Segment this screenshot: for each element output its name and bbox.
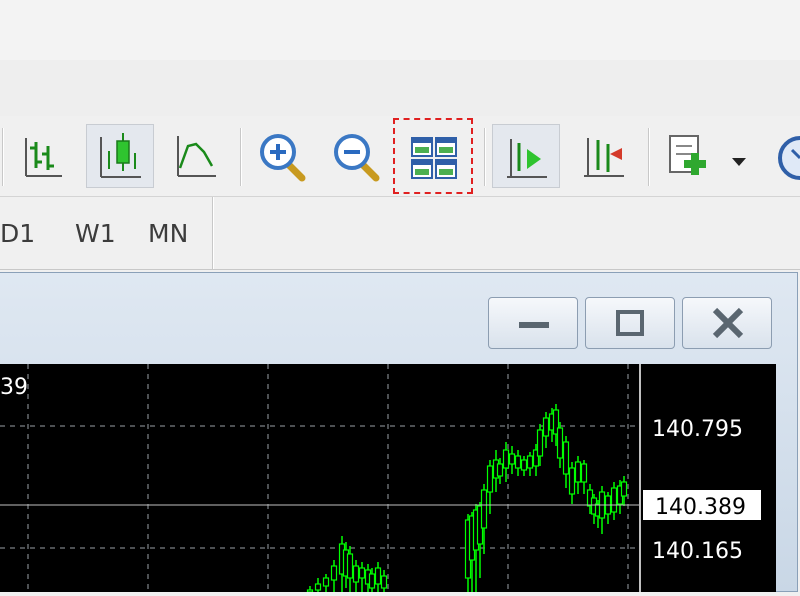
timeframe-w1[interactable]: W1 (75, 219, 116, 248)
restore-icon (616, 310, 644, 336)
indicators-icon (669, 135, 746, 175)
timeframe-bar: D1 W1 MN (0, 197, 800, 270)
candle-body (542, 417, 550, 437)
periods-button[interactable] (770, 124, 800, 188)
candle-body (346, 553, 354, 579)
candle-body (514, 455, 522, 469)
candle-body (556, 427, 564, 459)
candle-body (380, 575, 388, 589)
candle-body (574, 461, 582, 483)
candle-body (330, 565, 338, 581)
candle-body (568, 467, 576, 495)
bar-chart-button[interactable] (10, 124, 78, 188)
chart-grid (0, 364, 640, 592)
chart-shift-button[interactable] (570, 124, 638, 188)
close-button[interactable] (682, 297, 772, 349)
candle-body (502, 449, 510, 469)
title-area (0, 0, 800, 60)
candle-body (368, 573, 376, 589)
chart-canvas: 39 140.795 140.389 140.165 (0, 364, 761, 593)
minimize-button[interactable] (488, 297, 578, 349)
candle-body (610, 487, 618, 513)
candle-body (486, 465, 494, 493)
menu-area (0, 60, 800, 117)
candle-body (322, 577, 330, 587)
timeframe-d1[interactable]: D1 (0, 219, 35, 248)
price-label: 140.795 (652, 417, 743, 442)
candle-body (620, 481, 628, 497)
auto-scroll-icon (507, 139, 547, 178)
chart-shift-icon (584, 138, 624, 177)
toolbar-separator (484, 128, 486, 186)
bar-chart-icon (25, 138, 62, 177)
candle-body (314, 583, 322, 591)
toolbar-separator (240, 128, 242, 186)
candle-body (536, 429, 544, 457)
candle-body (358, 567, 366, 579)
timeframe-separator (212, 197, 214, 269)
zoom-out-button[interactable] (324, 124, 392, 188)
candle-body (352, 565, 360, 583)
top-left-price-fragment: 39 (0, 375, 28, 400)
restore-button[interactable] (585, 297, 675, 349)
chart-toolbar (0, 116, 800, 197)
zoom-out-icon (334, 134, 380, 182)
auto-scroll-button[interactable] (492, 124, 560, 188)
candle-body (480, 489, 488, 529)
price-label: 140.165 (652, 539, 743, 564)
toolbar-separator (648, 128, 650, 186)
candle-body (508, 453, 516, 465)
tile-windows-button[interactable] (400, 124, 468, 188)
candle-body (580, 463, 588, 483)
candlestick-button[interactable] (86, 124, 154, 188)
candle-body (520, 459, 528, 471)
close-icon (712, 307, 744, 339)
candlestick-icon (100, 133, 141, 178)
current-price-label: 140.389 (655, 495, 746, 520)
clock-icon (778, 136, 800, 180)
indicators-button[interactable] (656, 124, 756, 188)
candles (306, 404, 628, 593)
candle-body (496, 463, 504, 477)
candle-body (374, 567, 382, 585)
zoom-in-icon (260, 134, 306, 182)
zoom-in-button[interactable] (250, 124, 318, 188)
tile-windows-icon (411, 137, 457, 179)
line-chart-icon (177, 136, 216, 177)
minimize-icon (519, 322, 549, 328)
candle-body (526, 455, 534, 469)
candle-body (562, 441, 570, 475)
line-chart-button[interactable] (162, 124, 230, 188)
timeframe-mn[interactable]: MN (148, 219, 188, 248)
toolbar-separator (2, 128, 4, 186)
price-chart[interactable]: 39 140.795 140.389 140.165 (0, 364, 776, 593)
